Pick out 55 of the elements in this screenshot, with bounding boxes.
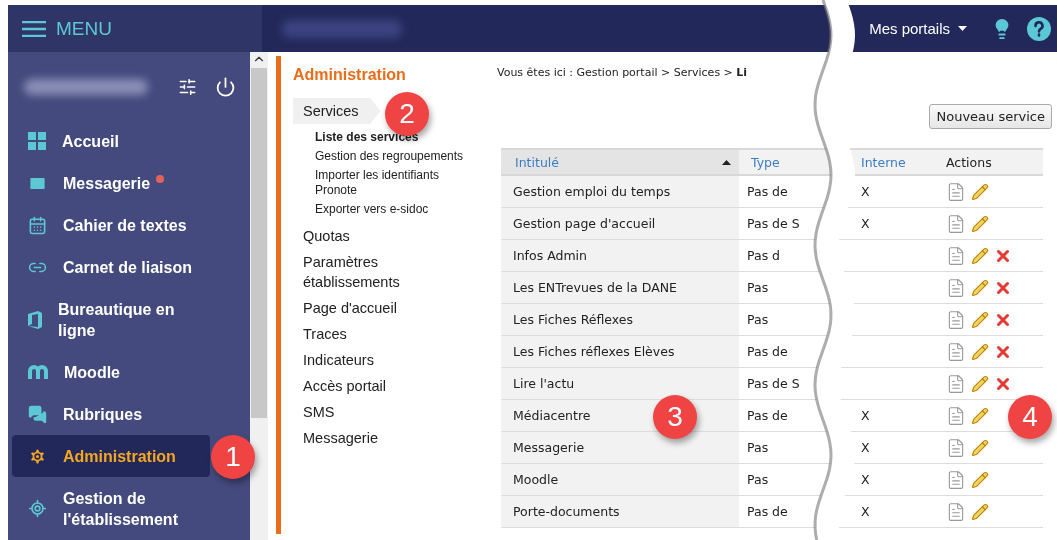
table-cell: Pas de S bbox=[747, 216, 800, 231]
column-header: Actions bbox=[945, 154, 992, 170]
sidebar-item[interactable]: Carnet de liaison bbox=[12, 246, 210, 288]
sidebar-item[interactable]: Accueil bbox=[12, 120, 210, 162]
new-service-button[interactable]: Nouveau service bbox=[929, 104, 1052, 129]
admin-nav-title: Administration bbox=[293, 66, 407, 84]
sidebar-item[interactable]: Cahier de textes bbox=[12, 204, 210, 246]
table-cell: Moodle bbox=[513, 472, 559, 487]
sidebar-item[interactable]: Moodle bbox=[12, 351, 210, 393]
table-cell: Infos Admin bbox=[513, 248, 587, 263]
admin-nav-item[interactable]: Accès portail bbox=[293, 373, 491, 399]
table-cell: Pas bbox=[747, 312, 769, 327]
table-cell: Pas bbox=[747, 440, 769, 455]
table-cell: Les ENTrevues de la DANE bbox=[513, 280, 677, 295]
table-cell: Pas de bbox=[747, 344, 788, 359]
portals-dropdown[interactable]: Mes portails bbox=[869, 20, 967, 37]
sidebar-item[interactable]: Bureautique en ligne bbox=[12, 288, 210, 351]
table-cell: X bbox=[861, 440, 870, 455]
admin-nav-item[interactable]: Paramètres établissements bbox=[293, 249, 491, 295]
table-cell: Les Fiches réflexes Elèves bbox=[513, 344, 675, 359]
admin-nav-item[interactable]: Traces bbox=[293, 321, 491, 347]
admin-nav-subitem[interactable]: Gestion des regroupements bbox=[315, 149, 465, 164]
table-cell: Les Fiches Réflexes bbox=[513, 312, 634, 327]
admin-nav-item[interactable]: Services bbox=[293, 98, 381, 124]
table-cell: Gestion page d'accueil bbox=[513, 216, 656, 231]
admin-nav-item[interactable]: Indicateurs bbox=[293, 347, 491, 373]
table-cell: Pas bbox=[747, 280, 769, 295]
table-cell: Pas de bbox=[747, 408, 788, 423]
table-cell: Pas bbox=[747, 472, 769, 487]
table-cell: Pas de S bbox=[747, 376, 800, 391]
admin-nav-subitem[interactable]: Exporter vers e-sidoc bbox=[315, 202, 465, 217]
table-cell: Médiacentre bbox=[513, 408, 591, 423]
admin-nav-item[interactable]: Messagerie bbox=[293, 425, 491, 451]
sidebar-item[interactable]: Rubriques bbox=[12, 393, 210, 435]
sidebar-item[interactable]: Administration bbox=[12, 435, 210, 477]
breadcrumb: Vous êtes ici : Gestion portail > Services > Li bbox=[497, 66, 749, 79]
table-cell: X bbox=[861, 472, 870, 487]
admin-nav-item[interactable]: Quotas bbox=[293, 223, 491, 249]
table-cell: Pas d bbox=[747, 248, 781, 263]
menu-label[interactable]: MENU bbox=[56, 17, 112, 40]
table-cell: Gestion emploi du temps bbox=[513, 184, 671, 199]
table-cell: X bbox=[861, 216, 870, 231]
table-cell: X bbox=[861, 184, 870, 199]
table-cell: Pas de bbox=[747, 184, 788, 199]
admin-nav-subitem[interactable]: Importer les identifiants Pronote bbox=[315, 168, 465, 198]
table-cell: Porte-documents bbox=[513, 504, 620, 519]
table-cell: Pas de bbox=[747, 504, 788, 519]
sidebar-item[interactable]: Messagerie bbox=[12, 162, 210, 204]
table-cell: X bbox=[861, 504, 870, 519]
admin-nav-item[interactable]: SMS bbox=[293, 399, 491, 425]
sidebar-item[interactable]: Gestion de l'établissement bbox=[12, 477, 210, 540]
admin-nav-item[interactable]: Page d'accueil bbox=[293, 295, 491, 321]
table-cell: X bbox=[861, 408, 870, 423]
table-cell: Messagerie bbox=[513, 440, 585, 455]
table-cell: Lire l'actu bbox=[513, 376, 575, 391]
